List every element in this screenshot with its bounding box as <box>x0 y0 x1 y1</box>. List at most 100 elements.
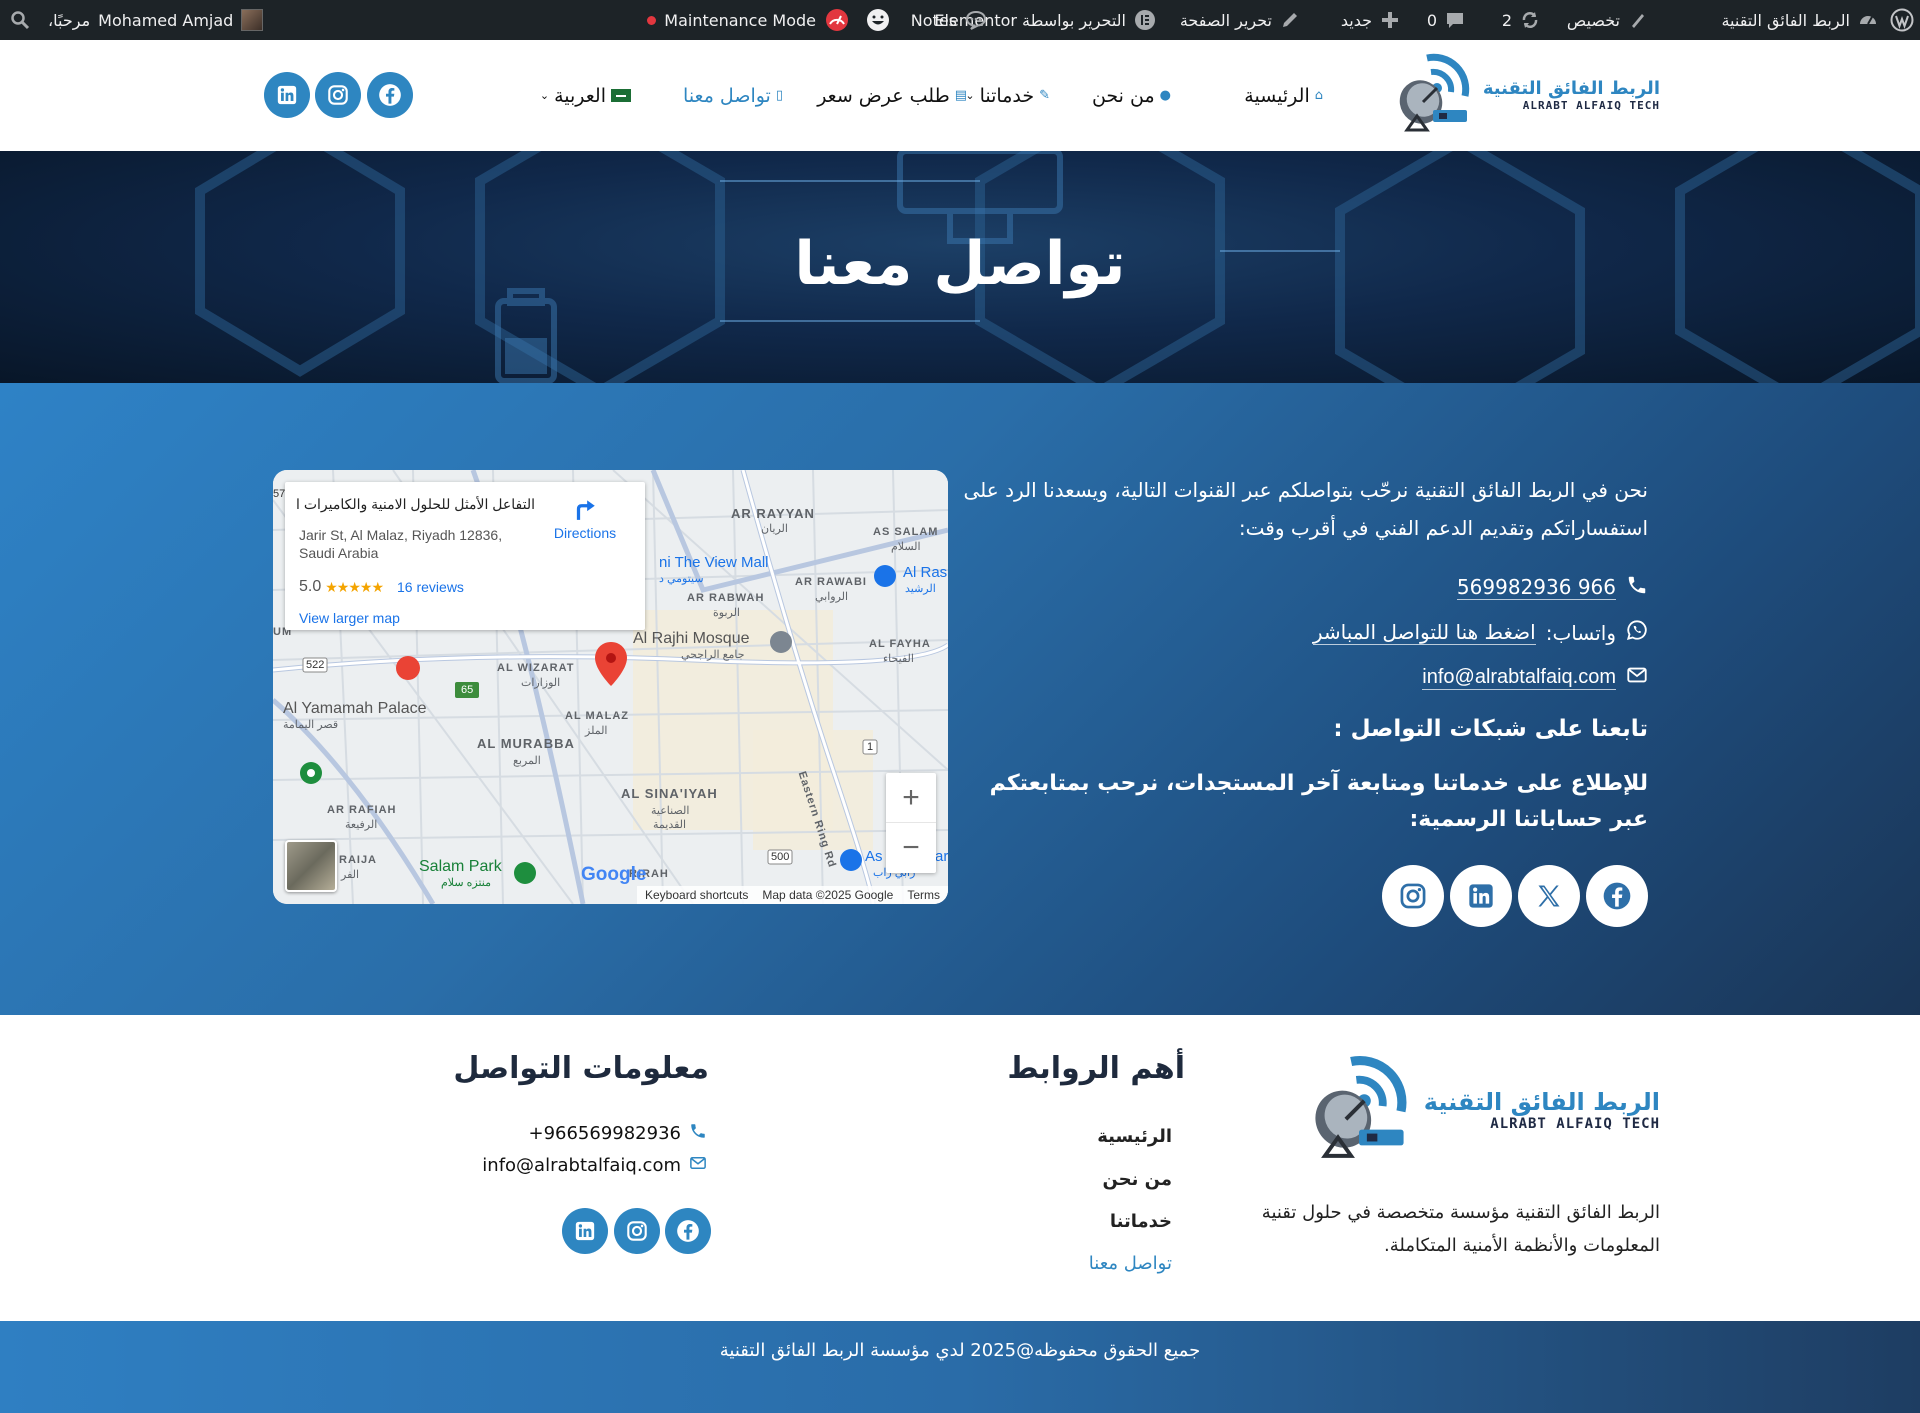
map-place-title: التفاعل الأمثل للحلول الامنية والكاميرات… <box>295 496 535 512</box>
nav-language[interactable]: العربية ⌄ <box>540 85 631 107</box>
dashboard-icon <box>1858 10 1878 30</box>
footer-logo-arabic: الربط الفائق التقنية <box>1423 1088 1660 1116</box>
site-header: الربط الفائق التقنية ALRABT ALFAIQ TECH … <box>0 40 1920 151</box>
copyright-text: جميع الحقوق محفوظه@2025 لدي مؤسسة الربط … <box>719 1340 1201 1361</box>
footer-link-services[interactable]: خدماتنا <box>1110 1211 1172 1232</box>
map-label: AS SALAM <box>873 526 939 538</box>
nav-contact[interactable]: ▯ تواصل معنا <box>683 85 783 107</box>
map-label: ni The View Mall <box>659 554 769 571</box>
document-icon: ▤ <box>954 88 967 103</box>
phone-icon <box>689 1122 707 1145</box>
satellite-dish-icon <box>1315 1055 1407 1158</box>
page-title: تواصل معنا <box>794 229 1126 299</box>
zoom-out-button[interactable]: − <box>886 823 936 873</box>
footer-link-home[interactable]: الرئيسية <box>1097 1126 1172 1147</box>
instagram-button[interactable] <box>1382 865 1444 927</box>
maintenance-label: Maintenance Mode <box>664 10 816 30</box>
admin-notes-label: Notes <box>910 10 957 30</box>
maintenance-status-dot <box>647 15 657 25</box>
instagram-icon <box>1400 883 1426 909</box>
satellite-toggle-button[interactable] <box>285 840 337 892</box>
embedded-map[interactable]: AR RAYYAN الريان AS SALAM السلام ni The … <box>273 470 948 904</box>
admin-edit-page[interactable]: تحرير الصفحة <box>1180 0 1300 40</box>
keyboard-shortcuts-link[interactable]: Keyboard shortcuts <box>645 888 748 902</box>
view-larger-map-link[interactable]: View larger map <box>299 610 400 626</box>
admin-site-name-label: الربط الفائق التقنية <box>1721 10 1850 30</box>
footer-info-title: معلومات التواصل <box>453 1051 709 1086</box>
footer-email-row[interactable]: info@alrabtalfaiq.com <box>482 1154 707 1177</box>
map-label: ar <box>935 848 948 865</box>
updates-icon <box>1520 10 1540 30</box>
nav-home-label: الرئيسية <box>1244 84 1310 107</box>
map-label: الملز <box>585 725 608 737</box>
plus-icon <box>1380 10 1400 30</box>
admin-customize[interactable]: تخصيص <box>1567 0 1648 40</box>
admin-notes[interactable]: Notes <box>911 0 987 40</box>
smiley-icon[interactable] <box>866 0 890 40</box>
admin-comments[interactable]: 0 <box>1427 0 1465 40</box>
map-label: الروابي <box>815 591 849 603</box>
linkedin-button[interactable] <box>1450 865 1512 927</box>
footer-description: الربط الفائق التقنية مؤسسة متخصصة في حلو… <box>1261 1202 1660 1256</box>
map-label: الفيحاء <box>883 653 914 665</box>
rating-value: 5.0 <box>299 578 322 595</box>
admin-user-name: Mohamed Amjad <box>98 10 234 30</box>
zoom-in-button[interactable]: + <box>886 773 936 823</box>
follow-title: تابعنا على شبكات التواصل : <box>1333 716 1648 742</box>
header-instagram-button[interactable] <box>315 72 361 118</box>
map-label: AR RABWAH <box>687 592 765 604</box>
header-linkedin-button[interactable] <box>264 72 310 118</box>
whatsapp-link[interactable]: اضغط هنا للتواصل المباشر <box>1312 620 1536 645</box>
contact-email[interactable]: info@alrabtalfaiq.com <box>1422 666 1616 690</box>
facebook-button[interactable] <box>1586 865 1648 927</box>
admin-my-account[interactable]: Mohamed Amjad مرحبًا، <box>48 0 264 40</box>
footer-linkedin-button[interactable] <box>562 1208 608 1254</box>
footer-logo[interactable]: الربط الفائق التقنية ALRABT ALFAIQ TECH <box>1304 1051 1660 1169</box>
updates-count: 2 <box>1501 10 1512 30</box>
footer-link-about[interactable]: من نحن <box>1102 1169 1172 1190</box>
site-footer: الربط الفائق التقنية ALRABT ALFAIQ TECH … <box>0 1015 1920 1321</box>
envelope-icon <box>689 1154 707 1177</box>
admin-updates[interactable]: 2 <box>1502 0 1540 40</box>
nav-home[interactable]: ⌂ الرئيسية <box>1244 85 1323 107</box>
map-place-card: التفاعل الأمثل للحلول الامنية والكاميرات… <box>285 482 645 630</box>
nav-quote[interactable]: ▤ طلب عرض سعر <box>817 85 967 107</box>
reviews-link[interactable]: 16 reviews <box>397 579 464 595</box>
map-label: AL FAYHA <box>869 638 931 650</box>
map-label: الصناعية <box>651 805 690 817</box>
contact-email-row[interactable]: info@alrabtalfaiq.com <box>958 655 1648 700</box>
search-icon[interactable] <box>10 0 30 40</box>
instagram-icon <box>627 1221 647 1241</box>
nav-services[interactable]: ✎ خدماتنا ⌄ <box>965 85 1050 107</box>
admin-new[interactable]: جديد <box>1341 0 1400 40</box>
contact-phone[interactable]: 966 569982936 <box>1456 575 1616 600</box>
x-twitter-button[interactable] <box>1518 865 1580 927</box>
admin-maintenance-mode[interactable]: Maintenance Mode <box>647 0 850 40</box>
map-label: منتزه سلام <box>441 877 492 889</box>
footer-phone[interactable]: +966569982936 <box>528 1123 681 1144</box>
directions-button[interactable]: Directions <box>545 496 625 541</box>
footer-email[interactable]: info@alrabtalfaiq.com <box>482 1155 681 1176</box>
map-label: 65 <box>461 684 474 696</box>
footer-facebook-button[interactable] <box>665 1208 711 1254</box>
comments-count: 0 <box>1426 10 1437 30</box>
linkedin-icon <box>277 85 297 105</box>
nav-about[interactable]: ● من نحن <box>1092 85 1171 107</box>
footer-phone-row[interactable]: +966569982936 <box>528 1122 707 1145</box>
map-terms-link[interactable]: Terms <box>907 888 940 902</box>
x-twitter-icon <box>1538 885 1560 907</box>
admin-site-name[interactable]: الربط الفائق التقنية <box>1721 0 1878 40</box>
header-facebook-button[interactable] <box>367 72 413 118</box>
map-label: 522 <box>306 659 325 671</box>
page-hero: تواصل معنا <box>0 151 1920 383</box>
footer-link-contact[interactable]: تواصل معنا <box>1089 1253 1172 1274</box>
brush-icon <box>1628 10 1648 30</box>
admin-greeting: مرحبًا، <box>48 10 91 30</box>
phone-icon <box>1626 574 1648 601</box>
contact-phone-row[interactable]: 966 569982936 <box>958 565 1648 610</box>
wordpress-logo-icon[interactable] <box>1890 0 1914 40</box>
follow-description: للإطلاع على خدماتنا ومتابعة آخر المستجدا… <box>989 771 1648 832</box>
contact-whatsapp-row[interactable]: واتساب: اضغط هنا للتواصل المباشر <box>958 610 1648 655</box>
map-label: الفر <box>341 869 360 881</box>
footer-instagram-button[interactable] <box>614 1208 660 1254</box>
